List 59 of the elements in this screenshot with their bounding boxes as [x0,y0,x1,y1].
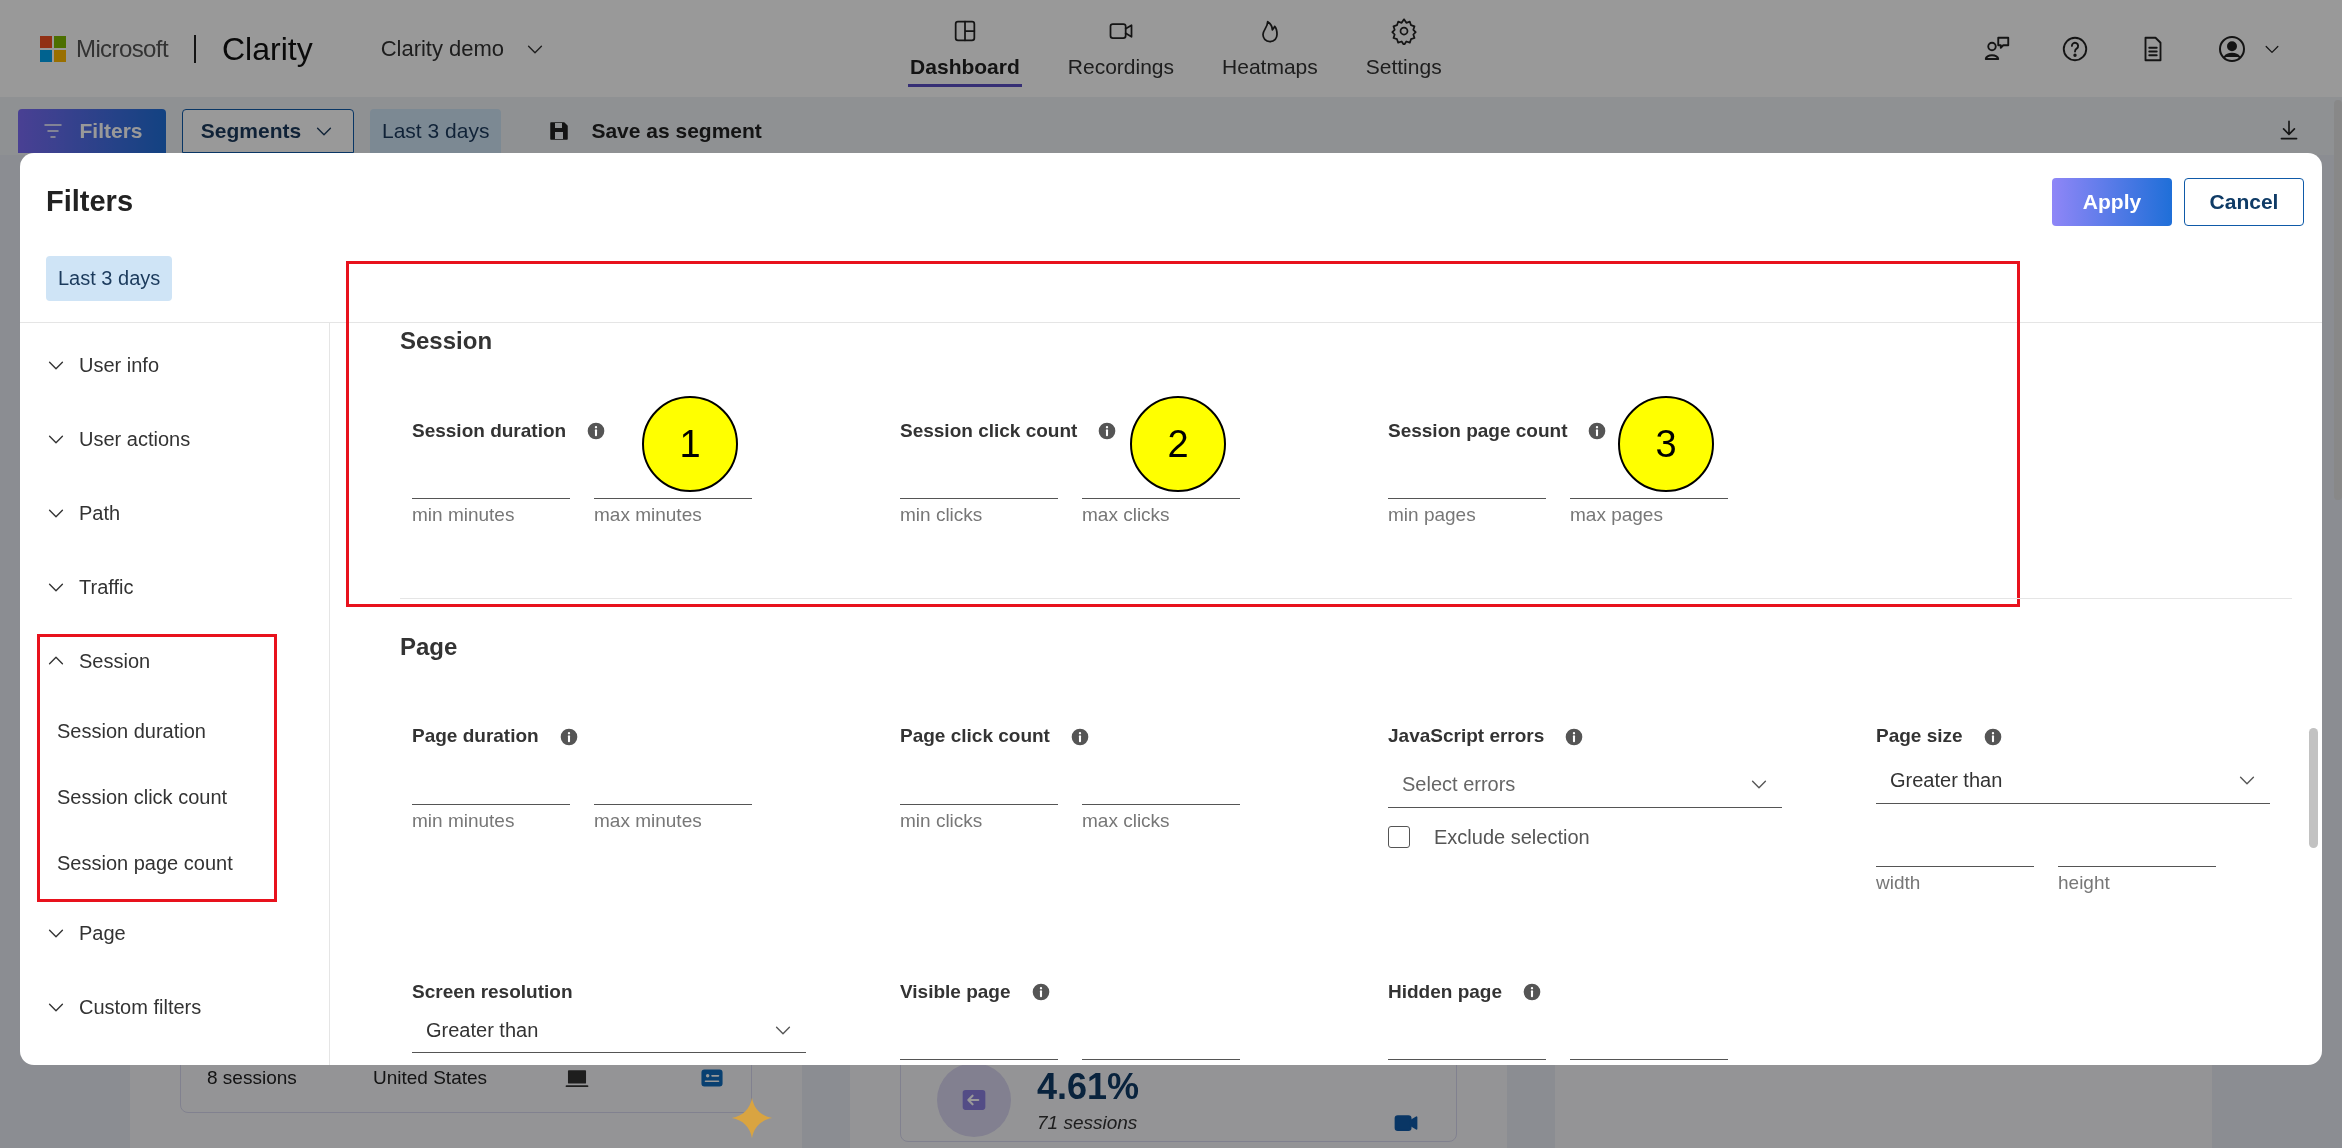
sidebar-item[interactable]: User actions [38,402,329,476]
sidebar-item[interactable]: Page [38,896,329,970]
field-caption: max clicks [1082,503,1171,527]
checkbox-label: Exclude selection [1434,824,1590,850]
field-label: Session page count [1388,418,1568,443]
segments-dropdown[interactable]: Segments [182,109,354,153]
nav-tab[interactable]: Heatmaps [1220,16,1320,87]
field-label: Page click count [900,724,1050,749]
field-label: JavaScript errors [1388,724,1545,749]
field-label: Hidden page [1388,979,1502,1004]
field-caption: min clicks [900,808,984,833]
field-label: Page duration [412,724,539,749]
sidebar-subitem[interactable]: Session page count [38,830,329,896]
date-range-chip[interactable]: Last 3 days [46,256,173,301]
cancel-button[interactable]: Cancel [2184,178,2304,226]
date-range-chip[interactable]: Last 3 days [370,109,502,153]
field-caption: min minutes [412,503,516,527]
nav-tab[interactable]: Settings [1363,16,1444,87]
field-label: Visible page [900,979,1011,1004]
field-caption: max minutes [594,808,703,833]
field-caption: max minutes [594,503,703,527]
sidebar-item[interactable]: Custom filters [38,970,329,1044]
project-dropdown[interactable]: Clarity demo [380,32,547,65]
field-caption: height [2058,870,2111,895]
field-caption: max pages [1570,503,1664,527]
sidebar-item[interactable]: Path [38,476,329,550]
field-caption: min pages [1388,503,1477,527]
field-label: Session duration [412,418,567,443]
dialog-title: Filters [46,184,134,220]
field-caption: min minutes [412,808,516,833]
session-count: 8 sessions [207,1065,298,1090]
country-name: United States [373,1065,489,1090]
brand-name: Microsoft [76,33,168,64]
dropdown-field[interactable]: Greater than [412,1007,806,1053]
nav-tab[interactable]: Dashboard [908,16,1022,87]
number-marker: 3 [1618,396,1714,492]
number-marker: 1 [642,396,738,492]
section-title: Page [400,631,459,662]
field-caption: width [1876,870,1922,895]
sidebar-item[interactable]: Traffic [38,550,329,624]
product-name: Clarity [221,29,313,69]
field-label: Session click count [900,418,1078,443]
apply-button[interactable]: Apply [2052,178,2172,226]
nav-tab[interactable]: Recordings [1065,16,1177,87]
field-caption: max clicks [1082,808,1171,833]
field-caption: min clicks [900,503,984,527]
sidebar-subitem[interactable]: Session duration [38,698,329,764]
section-title: Session [400,326,494,356]
dropdown-field[interactable]: Select errors [1388,761,1782,808]
sidebar-item[interactable]: User info [38,328,329,402]
metric-value: 4.61% [1037,1068,1140,1105]
number-marker: 2 [1130,396,1226,492]
field-label: Page size [1876,724,1963,749]
dropdown-field[interactable]: Greater than [1876,757,2270,804]
sidebar-subitem[interactable]: Session click count [38,764,329,830]
save-segment-button[interactable]: Save as segment [547,109,762,153]
field-label: Screen resolution [412,979,573,1004]
sidebar-item[interactable]: Session [38,624,329,698]
session-count: 71 sessions [1037,1110,1139,1135]
